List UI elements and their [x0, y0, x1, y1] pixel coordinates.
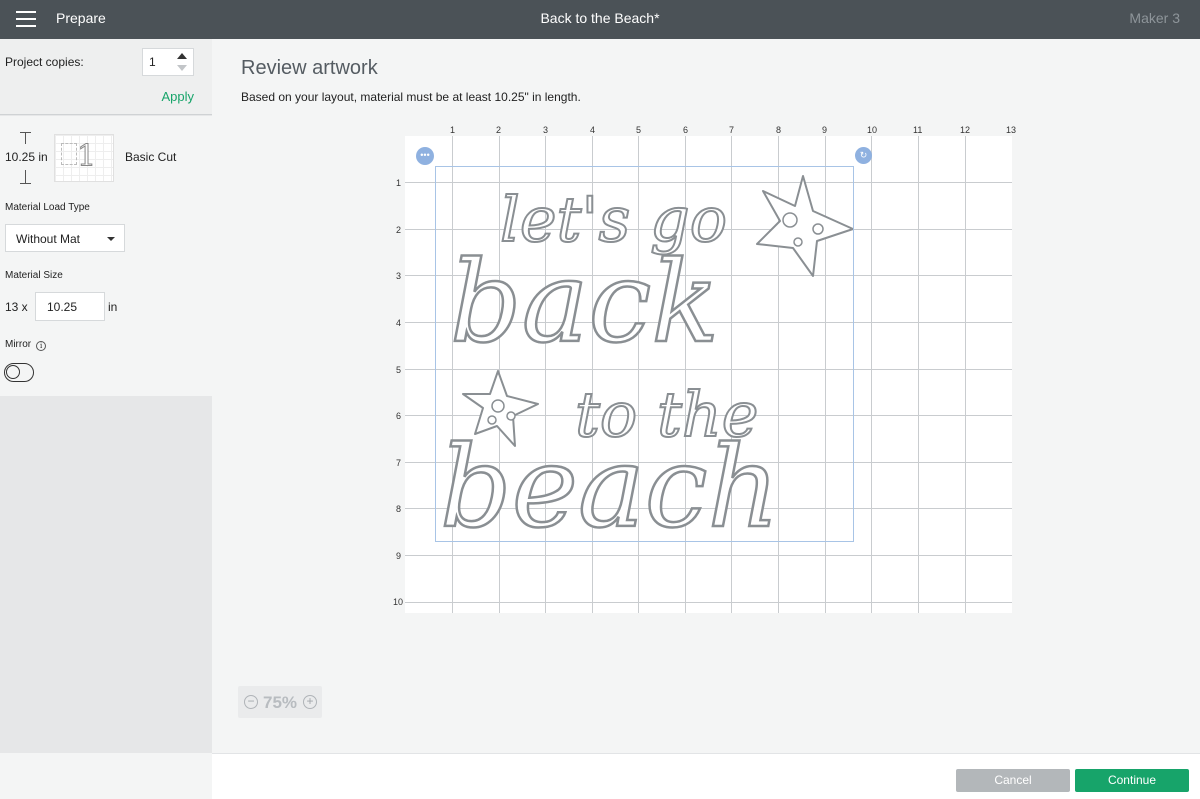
zoom-control: − 75% +: [238, 686, 322, 718]
info-icon[interactable]: i: [36, 341, 47, 351]
ruler-tick: 7: [729, 125, 735, 135]
material-load-type-select[interactable]: Without Mat: [5, 224, 125, 252]
left-panel: Project copies: 1 Apply 10.25 in 1 Basic…: [0, 39, 212, 799]
ruler-tick: 2: [396, 225, 402, 235]
apply-button[interactable]: Apply: [161, 89, 194, 104]
ruler-tick: 1: [450, 125, 456, 135]
caret-down-icon: [107, 237, 115, 241]
material-load-type-value: Without Mat: [16, 232, 81, 246]
ruler-tick: 12: [960, 125, 971, 135]
ruler-tick: 1: [396, 178, 402, 188]
decrement-arrow-icon[interactable]: [177, 65, 187, 71]
material-length-notice: Based on your layout, material must be a…: [241, 90, 581, 104]
mirror-row: Mirror i: [5, 339, 47, 351]
increment-arrow-icon[interactable]: [177, 53, 187, 59]
ruler-tick: 3: [396, 271, 402, 281]
project-copies-section: Project copies: 1 Apply: [0, 39, 212, 115]
more-options-icon[interactable]: •••: [416, 147, 434, 165]
mirror-toggle[interactable]: [4, 363, 34, 382]
artwork-selection-box[interactable]: [435, 166, 854, 542]
left-panel-footer: [0, 753, 212, 799]
ruler-tick: 10: [867, 125, 878, 135]
ruler-tick: 6: [683, 125, 689, 135]
ruler-tick: 9: [822, 125, 828, 135]
hamburger-icon[interactable]: [16, 11, 36, 27]
material-length-unit: in: [108, 300, 118, 314]
ruler-tick: 4: [396, 318, 402, 328]
project-copies-label: Project copies:: [5, 55, 84, 69]
ruler-tick: 2: [496, 125, 502, 135]
project-copies-stepper[interactable]: 1: [142, 48, 194, 76]
cancel-button[interactable]: Cancel: [956, 769, 1070, 792]
material-load-type-label: Material Load Type: [5, 202, 90, 213]
material-width: 13 x: [5, 300, 28, 314]
mat-number: 1: [76, 139, 97, 175]
mat-settings: 10.25 in 1 Basic Cut Material Load Type …: [0, 116, 212, 396]
zoom-level: 75%: [263, 693, 298, 712]
machine-name[interactable]: Maker 3: [1129, 10, 1180, 26]
ruler-tick: 11: [913, 125, 923, 135]
footer-bar: Cancel Continue: [212, 753, 1200, 799]
ruler-tick: 4: [590, 125, 596, 135]
ruler-tick: 8: [396, 504, 402, 514]
zoom-out-icon[interactable]: −: [244, 695, 258, 709]
ruler-tick: 5: [396, 365, 402, 375]
zoom-in-icon[interactable]: +: [303, 695, 317, 709]
ruler-tick: 5: [636, 125, 642, 135]
mirror-label: Mirror: [5, 339, 32, 350]
material-length-input[interactable]: 10.25: [35, 292, 105, 321]
mat-length: 10.25 in: [5, 150, 48, 164]
cut-type-label: Basic Cut: [125, 150, 177, 164]
page-title: Review artwork: [241, 57, 378, 79]
ruler-tick: 10: [393, 597, 404, 607]
ruler-tick: 9: [396, 551, 402, 561]
mat-thumbnail[interactable]: 1: [54, 134, 114, 182]
project-title: Back to the Beach*: [540, 10, 660, 26]
ruler-tick: 7: [396, 458, 402, 468]
ruler-tick: 3: [543, 125, 549, 135]
rotate-icon[interactable]: ↻: [855, 147, 872, 164]
top-bar: Prepare Back to the Beach* Maker 3: [0, 0, 1200, 39]
ruler-tick: 6: [396, 411, 402, 421]
continue-button[interactable]: Continue: [1075, 769, 1189, 792]
project-copies-value[interactable]: 1: [149, 55, 156, 69]
material-size-label: Material Size: [5, 270, 63, 281]
ruler-tick: 8: [776, 125, 782, 135]
section-title: Prepare: [56, 10, 106, 26]
ruler-tick: 13: [1006, 125, 1017, 135]
